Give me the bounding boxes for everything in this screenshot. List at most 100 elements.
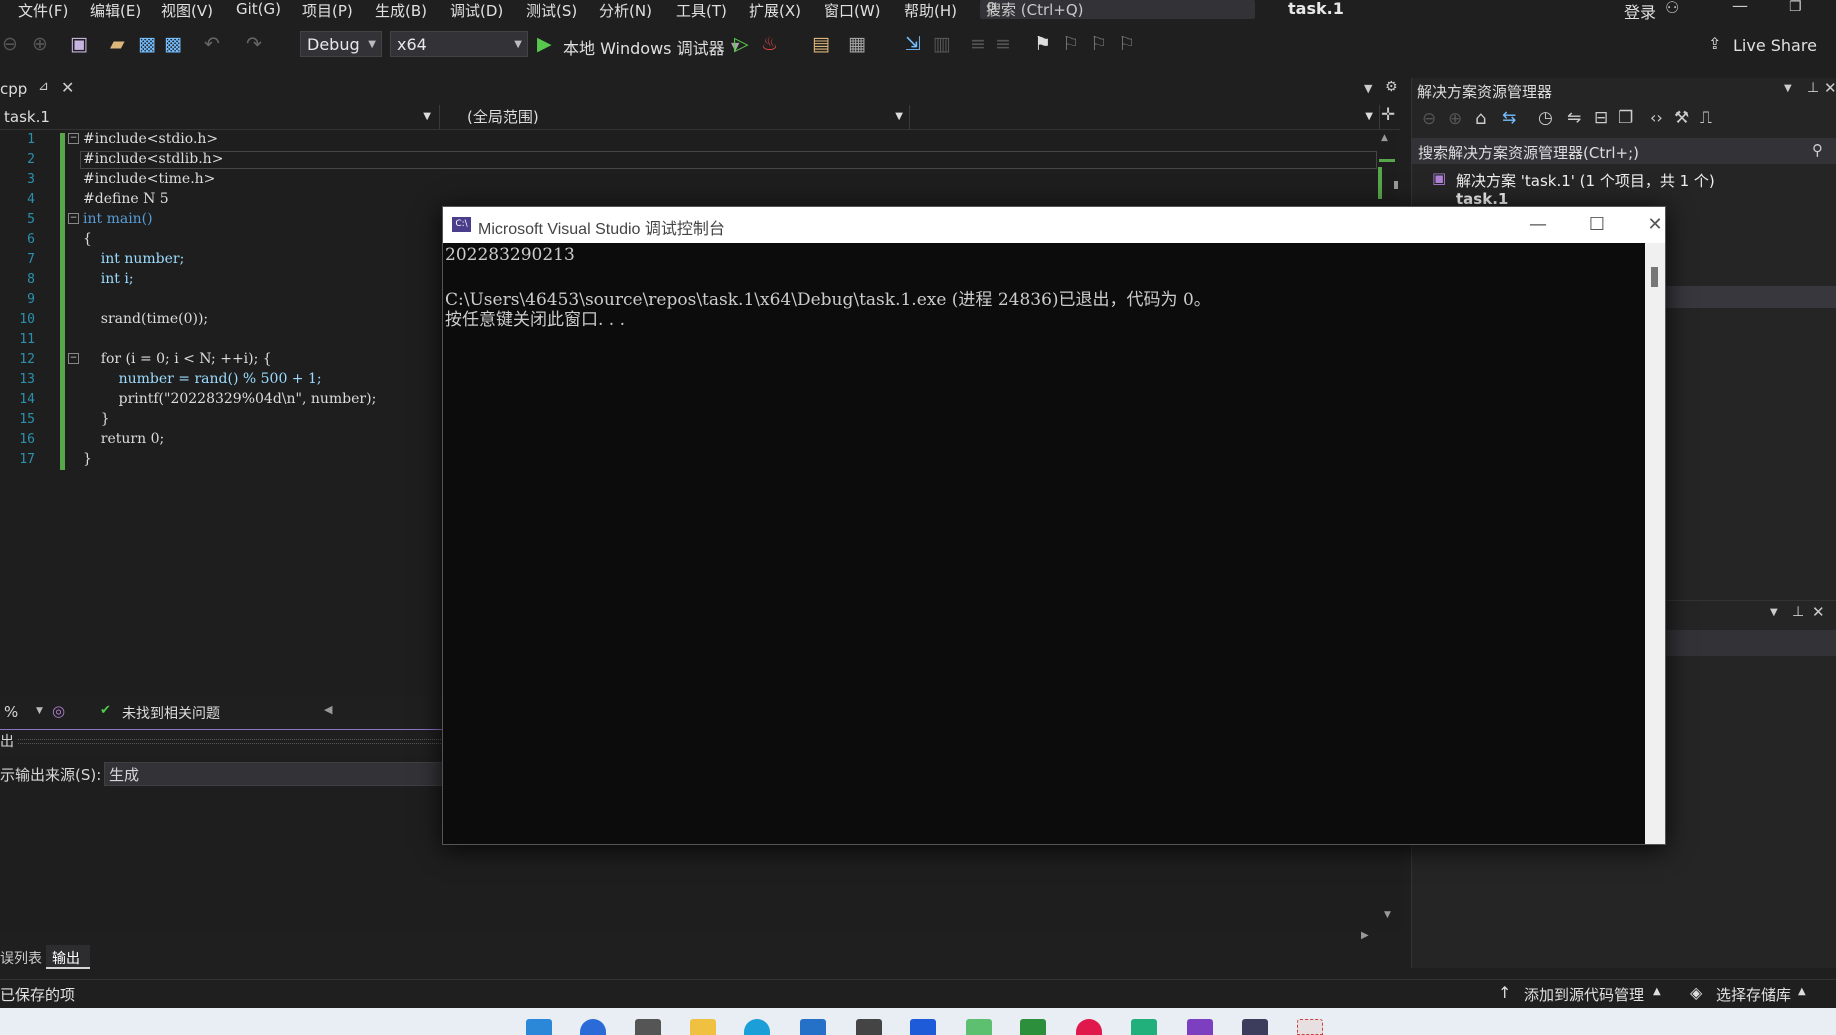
solution-node[interactable]: 解决方案 'task.1' (1 个项目，共 1 个) — [1456, 170, 1715, 191]
live-share-button[interactable]: Live Share — [1733, 36, 1817, 55]
tab-error-list[interactable]: 误列表 — [0, 948, 42, 968]
preview-icon[interactable]: ⎍ — [1700, 108, 1712, 128]
file-explorer-icon[interactable] — [690, 1019, 716, 1035]
history-icon[interactable]: ◷ — [1538, 108, 1553, 128]
console-icon[interactable] — [1242, 1019, 1268, 1035]
platform-dropdown[interactable]: x64 ▼ — [390, 31, 528, 57]
app-icon[interactable] — [856, 1019, 882, 1035]
chevron-down-icon[interactable]: ▼ — [1784, 83, 1792, 94]
menu-extensions[interactable]: 扩展(X) — [749, 0, 801, 21]
login-link[interactable]: 登录 — [1624, 0, 1656, 23]
scope-dropdown[interactable]: (全局范围) ▼ — [445, 105, 910, 129]
app-icon[interactable] — [1131, 1019, 1157, 1035]
minimize-icon[interactable]: — — [1516, 209, 1560, 241]
intellicode-icon[interactable]: ◎ — [52, 702, 65, 720]
output-source-dropdown[interactable]: 生成 — [104, 762, 443, 786]
debug-console-window[interactable]: C:\ Microsoft Visual Studio 调试控制台 — ☐ ✕ … — [442, 206, 1666, 845]
menu-analyze[interactable]: 分析(N) — [599, 0, 652, 21]
home-icon[interactable]: ⌂ — [1475, 108, 1486, 129]
forward-icon[interactable]: ⊕ — [1448, 109, 1462, 129]
close-icon[interactable]: ✕ — [1824, 79, 1836, 97]
menu-edit[interactable]: 编辑(E) — [90, 0, 141, 21]
show-all-files-icon[interactable]: ❐ — [1618, 108, 1633, 128]
chevron-down-icon[interactable]: ▼ — [36, 706, 43, 716]
switch-view-icon[interactable]: ⇆ — [1502, 108, 1516, 128]
next-bookmark-icon[interactable]: ⚐ — [1090, 32, 1107, 56]
minimize-icon[interactable]: — — [1732, 0, 1748, 15]
chevron-down-icon[interactable]: ▼ — [1364, 82, 1372, 95]
clear-bookmarks-icon[interactable]: ⚐ — [1118, 32, 1135, 56]
config-dropdown[interactable]: Debug ▼ — [300, 31, 382, 57]
share-icon[interactable]: ⇪ — [1708, 32, 1721, 56]
account-icon[interactable]: ⚇ — [1665, 0, 1679, 17]
edge-icon[interactable] — [744, 1019, 770, 1035]
indent-icon[interactable]: ≡ — [970, 32, 986, 56]
menu-project[interactable]: 项目(P) — [302, 0, 353, 21]
maximize-icon[interactable]: ☐ — [1575, 209, 1619, 241]
app-icon[interactable] — [966, 1019, 992, 1035]
tab-output[interactable]: 输出 — [46, 945, 90, 969]
search-input[interactable]: 搜索 (Ctrl+Q) ⚲ — [980, 0, 1255, 19]
back-icon[interactable]: ⊖ — [2, 32, 18, 56]
menu-window[interactable]: 窗口(W) — [824, 0, 881, 21]
project-dropdown[interactable]: task.1 ▼ — [0, 105, 440, 129]
app-icon[interactable] — [1076, 1019, 1102, 1035]
menu-debug[interactable]: 调试(D) — [450, 0, 503, 21]
forward-icon[interactable]: ⊕ — [32, 32, 48, 56]
task-view-icon[interactable] — [635, 1019, 661, 1035]
open-folder-icon[interactable]: ▰ — [110, 32, 125, 56]
browse-icon[interactable]: ▤ — [812, 32, 830, 56]
wrench-icon[interactable]: ⚒ — [1674, 108, 1689, 128]
save-icon[interactable]: ▩ — [138, 32, 156, 56]
menu-build[interactable]: 生成(B) — [375, 0, 427, 21]
chevron-down-icon[interactable]: ▼ — [1770, 607, 1778, 618]
breakpoint-icon[interactable]: ▥ — [933, 32, 951, 56]
save-all-icon[interactable]: ▩ — [164, 32, 182, 56]
collapse-icon[interactable]: − — [68, 133, 79, 144]
sync-icon[interactable]: ⇋ — [1567, 108, 1581, 128]
redo-icon[interactable]: ↷ — [246, 32, 262, 56]
collapse-icon[interactable]: − — [68, 213, 79, 224]
store-icon[interactable] — [800, 1019, 826, 1035]
play-icon[interactable]: ▶ — [537, 32, 552, 56]
menu-git[interactable]: Git(G) — [236, 0, 281, 18]
undo-icon[interactable]: ↶ — [204, 32, 220, 56]
menu-view[interactable]: 视图(V) — [161, 0, 213, 21]
close-icon[interactable]: ✕ — [61, 78, 74, 97]
close-icon[interactable]: ✕ — [1812, 603, 1825, 621]
new-project-icon[interactable]: ▣ — [70, 32, 88, 56]
collapse-all-icon[interactable]: ⊟ — [1594, 108, 1608, 128]
scroll-right-icon[interactable]: ▶ — [1361, 930, 1369, 941]
search-icon[interactable] — [580, 1019, 606, 1035]
properties-selector[interactable] — [1642, 630, 1836, 656]
start-icon[interactable] — [526, 1019, 552, 1035]
pin-icon[interactable]: ⊿ — [38, 79, 49, 94]
solution-search-input[interactable]: 搜索解决方案资源管理器(Ctrl+;) ⚲ — [1412, 138, 1836, 164]
visual-studio-icon[interactable] — [1187, 1019, 1213, 1035]
menu-help[interactable]: 帮助(H) — [904, 0, 957, 21]
pin-icon[interactable]: ⊥ — [1792, 604, 1804, 620]
file-tab[interactable]: cpp — [0, 80, 27, 98]
select-repository-button[interactable]: 选择存储库 — [1716, 984, 1791, 1005]
split-icon[interactable]: ✛ — [1381, 105, 1395, 125]
menu-tools[interactable]: 工具(T) — [676, 0, 727, 21]
drag-grip[interactable] — [18, 739, 443, 744]
gear-icon[interactable]: ⚙ — [1385, 79, 1398, 95]
scroll-down-icon[interactable]: ▼ — [1384, 910, 1391, 920]
scroll-thumb[interactable] — [1651, 267, 1658, 287]
layout-icon[interactable]: ▦ — [848, 32, 866, 56]
app-icon[interactable] — [1297, 1019, 1323, 1035]
menu-file[interactable]: 文件(F) — [18, 0, 68, 21]
outdent-icon[interactable]: ≡ — [995, 32, 1011, 56]
app-icon[interactable] — [1020, 1019, 1046, 1035]
console-output[interactable]: 202283290213 C:\Users\46453\source\repos… — [443, 243, 1645, 844]
collapse-icon[interactable]: − — [68, 353, 79, 364]
close-icon[interactable]: ✕ — [1633, 209, 1677, 241]
step-icon[interactable]: ⇲ — [905, 32, 921, 56]
menu-test[interactable]: 测试(S) — [526, 0, 577, 21]
run-debugger-button[interactable]: 本地 Windows 调试器 — [563, 35, 725, 59]
add-to-source-control-button[interactable]: 添加到源代码管理 — [1524, 984, 1644, 1005]
console-scrollbar[interactable] — [1645, 243, 1665, 844]
bookmark-icon[interactable]: ⚑ — [1034, 32, 1051, 56]
app-icon[interactable] — [910, 1019, 936, 1035]
